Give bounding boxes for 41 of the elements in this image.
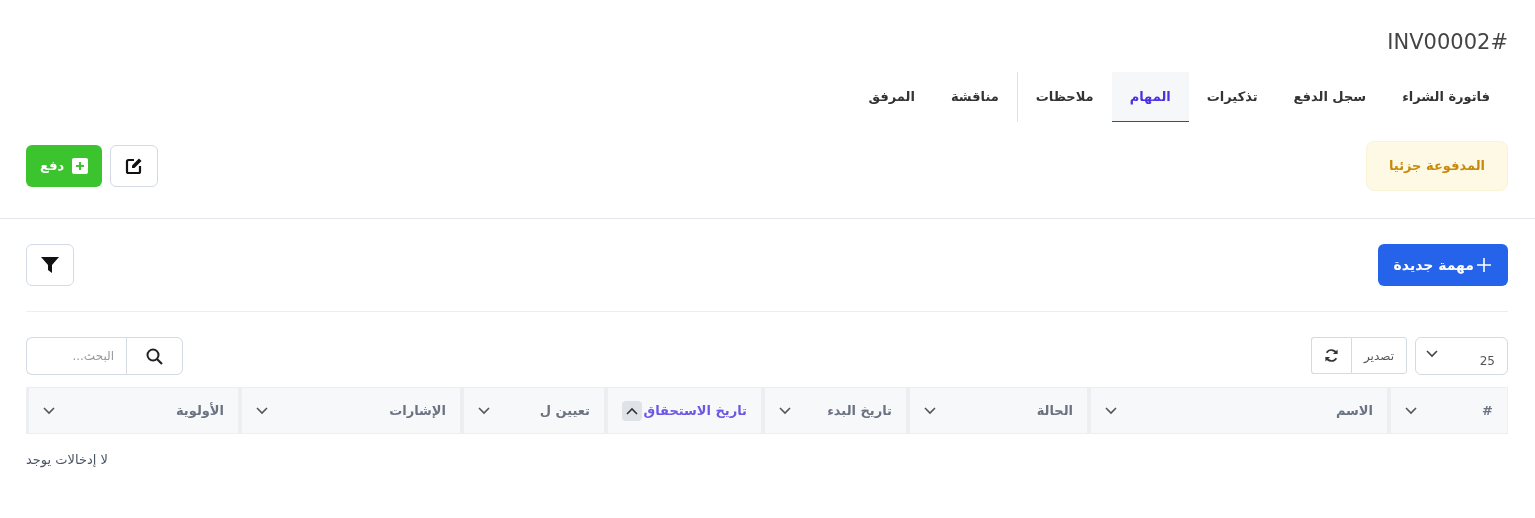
empty-table-message: لا إدخالات يوجد bbox=[26, 451, 108, 470]
refresh-button[interactable] bbox=[1311, 337, 1351, 374]
chevron-down-icon bbox=[779, 406, 791, 415]
search-button[interactable] bbox=[126, 337, 183, 375]
invoice-number: #INV00002 bbox=[1386, 29, 1508, 56]
plus-icon bbox=[1476, 257, 1492, 273]
tab[interactable]: مناقشة bbox=[932, 72, 1017, 122]
edit-icon bbox=[125, 157, 144, 175]
chevron-down-icon bbox=[256, 406, 268, 415]
chevron-down-icon bbox=[1405, 406, 1417, 415]
chevron-down-icon bbox=[43, 406, 55, 415]
plus-square-icon bbox=[72, 158, 89, 174]
tab[interactable]: ملاحظات bbox=[1017, 72, 1112, 122]
column-header[interactable]: الأولوية bbox=[26, 387, 239, 434]
status-badge: المدفوعة جزئيا bbox=[1365, 141, 1508, 191]
column-header[interactable]: تعيين ل bbox=[461, 387, 605, 434]
tab[interactable]: تذكيرات bbox=[1188, 72, 1276, 122]
tab[interactable]: المهام bbox=[1111, 72, 1189, 122]
page-length-select[interactable]: 25 bbox=[1415, 337, 1508, 375]
column-header[interactable]: الإشارات bbox=[239, 387, 461, 434]
tab[interactable]: المرفق bbox=[850, 72, 933, 122]
new-task-button[interactable]: مهمة جديدة bbox=[1377, 244, 1508, 286]
filter-button[interactable] bbox=[26, 244, 74, 286]
chevron-down-icon bbox=[478, 406, 490, 415]
chevron-down-icon bbox=[1426, 350, 1438, 358]
chevron-down-icon bbox=[924, 406, 936, 415]
filter-icon bbox=[41, 257, 59, 273]
edit-button[interactable] bbox=[110, 145, 159, 187]
search-field[interactable]: البحث... bbox=[26, 337, 126, 375]
refresh-icon bbox=[1324, 348, 1339, 363]
chevron-down-icon bbox=[1105, 406, 1117, 415]
column-header[interactable]: # bbox=[1388, 387, 1508, 434]
column-header[interactable]: تاريخ البدء bbox=[762, 387, 907, 434]
tab[interactable]: فاتورة الشراء bbox=[1384, 72, 1508, 122]
column-header[interactable]: الاسم bbox=[1088, 387, 1388, 434]
export-button[interactable]: تصدير bbox=[1351, 337, 1407, 374]
search-icon bbox=[146, 347, 163, 365]
sort-ascending-icon bbox=[622, 400, 642, 421]
column-header[interactable]: الحالة bbox=[907, 387, 1088, 434]
tab[interactable]: سجل الدفع bbox=[1275, 72, 1385, 122]
column-header[interactable]: تاريخ الاستحقاق bbox=[605, 387, 762, 434]
